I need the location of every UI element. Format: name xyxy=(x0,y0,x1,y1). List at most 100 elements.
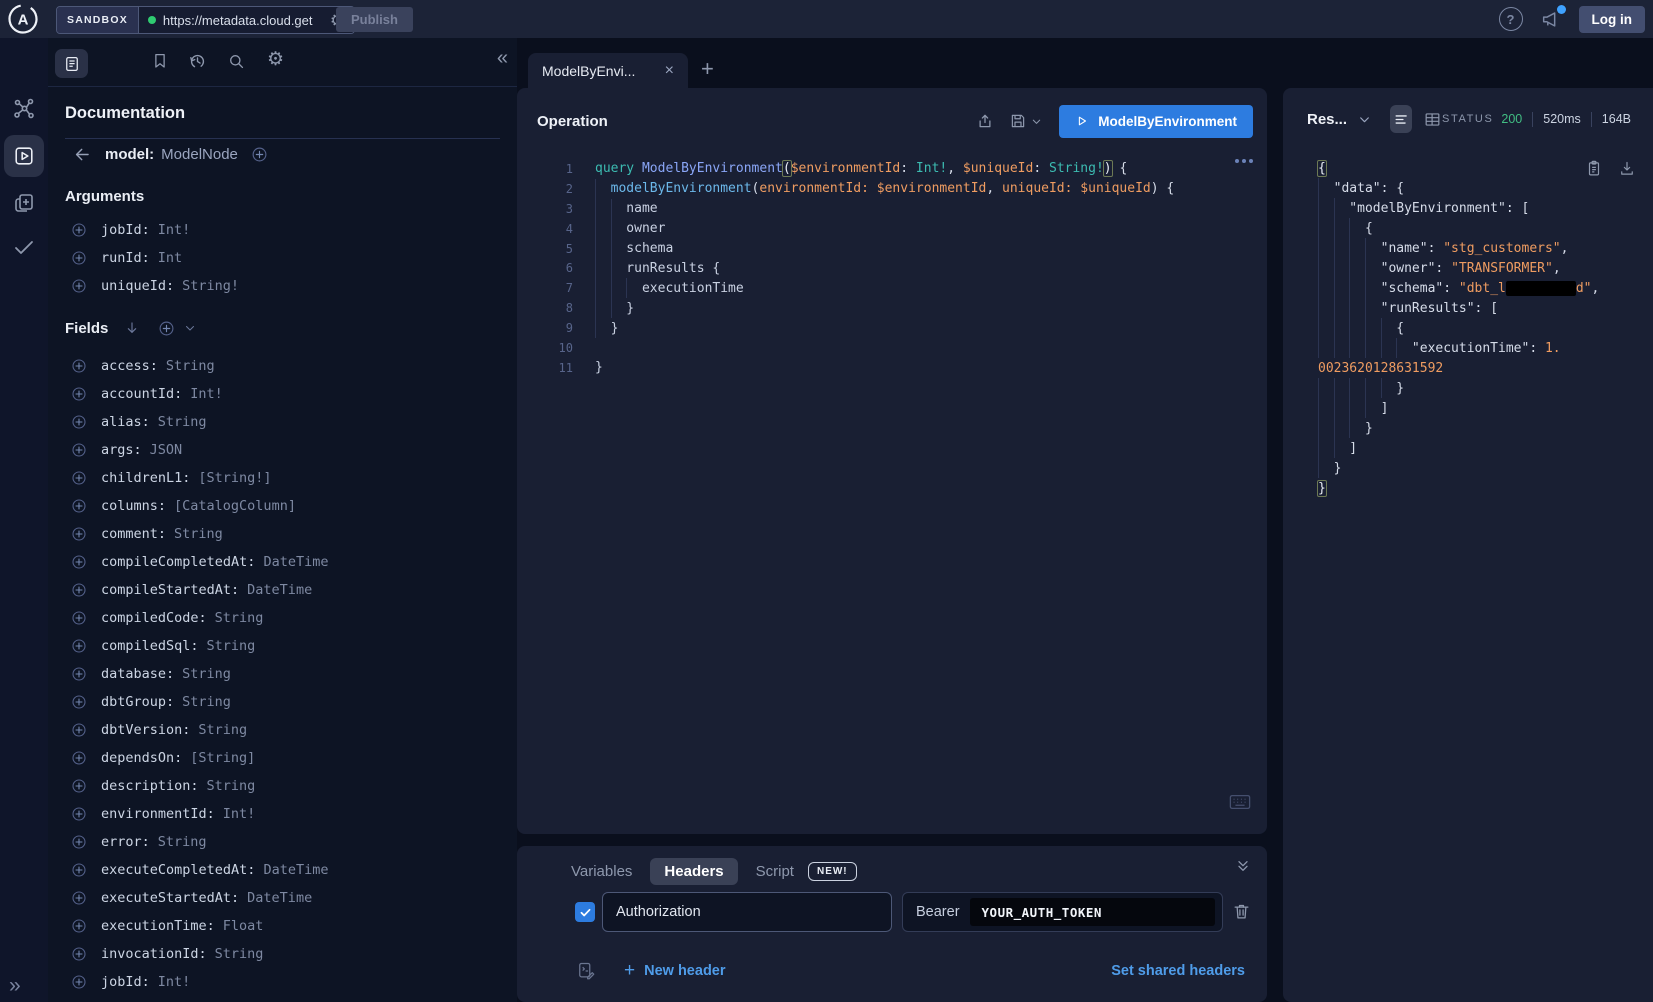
field-type[interactable]: String xyxy=(166,358,215,374)
bookmarks-icon[interactable] xyxy=(151,52,169,70)
field-type[interactable]: String xyxy=(215,946,264,962)
field-type[interactable]: [String!] xyxy=(198,470,271,486)
add-field-icon[interactable] xyxy=(71,862,87,878)
documentation-tab-icon[interactable] xyxy=(55,49,88,78)
schema-graph-icon[interactable] xyxy=(0,97,48,121)
code-line[interactable]: "executionTime": 1. xyxy=(1318,338,1649,358)
json-view-icon[interactable] xyxy=(1390,105,1412,133)
field-name[interactable]: dbtGroup: xyxy=(101,694,174,710)
add-field-icon[interactable] xyxy=(71,610,87,626)
add-type-icon[interactable] xyxy=(251,146,268,163)
field-name[interactable]: runId: xyxy=(101,250,150,266)
add-field-icon[interactable] xyxy=(71,890,87,906)
field-type[interactable]: Int! xyxy=(158,222,191,238)
help-icon[interactable]: ? xyxy=(1499,7,1523,31)
save-operation-icon[interactable] xyxy=(1009,112,1027,130)
publish-button[interactable]: Publish xyxy=(336,7,413,32)
add-field-icon[interactable] xyxy=(71,498,87,514)
field-name[interactable]: childrenL1: xyxy=(101,470,190,486)
breadcrumb-type[interactable]: ModelNode xyxy=(161,146,238,163)
endpoint-url-chip[interactable]: https://metadata.cloud.get ⚙ xyxy=(139,7,354,33)
field-type[interactable]: String xyxy=(182,694,231,710)
field-type[interactable]: Int! xyxy=(190,386,223,402)
add-field-icon[interactable] xyxy=(71,722,87,738)
docs-settings-gear-icon[interactable]: ⚙ xyxy=(267,50,284,69)
field-type[interactable]: String xyxy=(215,610,264,626)
field-name[interactable]: args: xyxy=(101,442,142,458)
graphql-editor[interactable]: 1query ModelByEnvironment($environmentId… xyxy=(530,159,1257,378)
back-arrow-icon[interactable] xyxy=(73,145,92,164)
run-operation-button[interactable]: ModelByEnvironment xyxy=(1059,105,1253,138)
save-operation-group[interactable] xyxy=(1009,112,1042,130)
operation-collections-icon[interactable] xyxy=(0,191,48,215)
add-field-icon[interactable] xyxy=(71,778,87,794)
field-name[interactable]: compiledSql: xyxy=(101,638,199,654)
new-header-button[interactable]: + New header xyxy=(624,960,726,982)
code-line[interactable]: 10 xyxy=(530,338,1257,358)
table-view-icon[interactable] xyxy=(1423,110,1442,129)
field-type[interactable]: DateTime xyxy=(263,862,328,878)
code-line[interactable]: } xyxy=(1318,378,1649,398)
field-name[interactable]: environmentId: xyxy=(101,806,215,822)
field-type[interactable]: String xyxy=(182,666,231,682)
download-response-icon[interactable] xyxy=(1618,159,1636,178)
field-name[interactable]: dbtVersion: xyxy=(101,722,190,738)
field-name[interactable]: alias: xyxy=(101,414,150,430)
response-json[interactable]: { "data": { "modelByEnvironment": [ { "n… xyxy=(1318,158,1649,498)
code-line[interactable]: 4 owner xyxy=(530,219,1257,239)
field-name[interactable]: comment: xyxy=(101,526,166,542)
field-name[interactable]: dependsOn: xyxy=(101,750,182,766)
field-name[interactable]: error: xyxy=(101,834,150,850)
tab-variables[interactable]: Variables xyxy=(571,863,632,880)
login-button[interactable]: Log in xyxy=(1579,6,1646,33)
header-value-field[interactable]: Bearer YOUR_AUTH_TOKEN xyxy=(902,892,1223,932)
field-type[interactable]: JSON xyxy=(150,442,183,458)
expand-rail-icon[interactable]: » xyxy=(9,974,21,998)
field-type[interactable]: Int xyxy=(158,250,182,266)
auth-token-value[interactable]: YOUR_AUTH_TOKEN xyxy=(970,898,1215,926)
field-type[interactable]: String xyxy=(174,526,223,542)
apollo-logo-icon[interactable]: A xyxy=(7,3,39,35)
add-field-icon[interactable] xyxy=(71,974,87,990)
add-field-icon[interactable] xyxy=(71,414,87,430)
tab-headers[interactable]: Headers xyxy=(650,858,737,885)
code-line[interactable]: } xyxy=(1318,418,1649,438)
add-field-icon[interactable] xyxy=(71,250,87,266)
field-name[interactable]: compileCompletedAt: xyxy=(101,554,255,570)
response-dropdown-chevron-icon[interactable] xyxy=(1358,113,1371,126)
tab-script[interactable]: Script xyxy=(756,863,794,880)
field-type[interactable]: DateTime xyxy=(247,582,312,598)
field-name[interactable]: accountId: xyxy=(101,386,182,402)
add-field-icon[interactable] xyxy=(71,834,87,850)
code-line[interactable]: 9 } xyxy=(530,318,1257,338)
search-icon[interactable] xyxy=(227,52,246,71)
field-type[interactable]: String xyxy=(158,834,207,850)
field-name[interactable]: description: xyxy=(101,778,199,794)
preflight-script-icon[interactable] xyxy=(576,961,596,981)
field-name[interactable]: executeCompletedAt: xyxy=(101,862,255,878)
copy-response-icon[interactable] xyxy=(1585,159,1603,178)
field-type[interactable]: [String] xyxy=(190,750,255,766)
checks-nav-icon[interactable] xyxy=(0,235,48,259)
add-field-icon[interactable] xyxy=(71,470,87,486)
field-type[interactable]: Int! xyxy=(158,974,191,990)
field-name[interactable]: jobId: xyxy=(101,974,150,990)
add-all-fields-icon[interactable] xyxy=(158,320,175,337)
header-enabled-checkbox[interactable] xyxy=(575,902,595,922)
add-field-icon[interactable] xyxy=(71,666,87,682)
field-name[interactable]: database: xyxy=(101,666,174,682)
code-line[interactable]: 2 modelByEnvironment(environmentId: $env… xyxy=(530,179,1257,199)
announcements-megaphone-icon[interactable] xyxy=(1540,8,1562,30)
field-type[interactable]: String xyxy=(158,414,207,430)
field-name[interactable]: compiledCode: xyxy=(101,610,207,626)
field-name[interactable]: jobId: xyxy=(101,222,150,238)
add-field-icon[interactable] xyxy=(71,526,87,542)
field-type[interactable]: [CatalogColumn] xyxy=(174,498,296,514)
code-line[interactable]: "schema": "dbt_ld", xyxy=(1318,278,1649,298)
field-type[interactable]: Float xyxy=(223,918,264,934)
add-field-icon[interactable] xyxy=(71,582,87,598)
code-line[interactable]: } xyxy=(1318,458,1649,478)
code-line[interactable]: 11} xyxy=(530,358,1257,378)
collapse-panel-icon[interactable] xyxy=(1235,858,1251,874)
code-line[interactable]: ] xyxy=(1318,398,1649,418)
